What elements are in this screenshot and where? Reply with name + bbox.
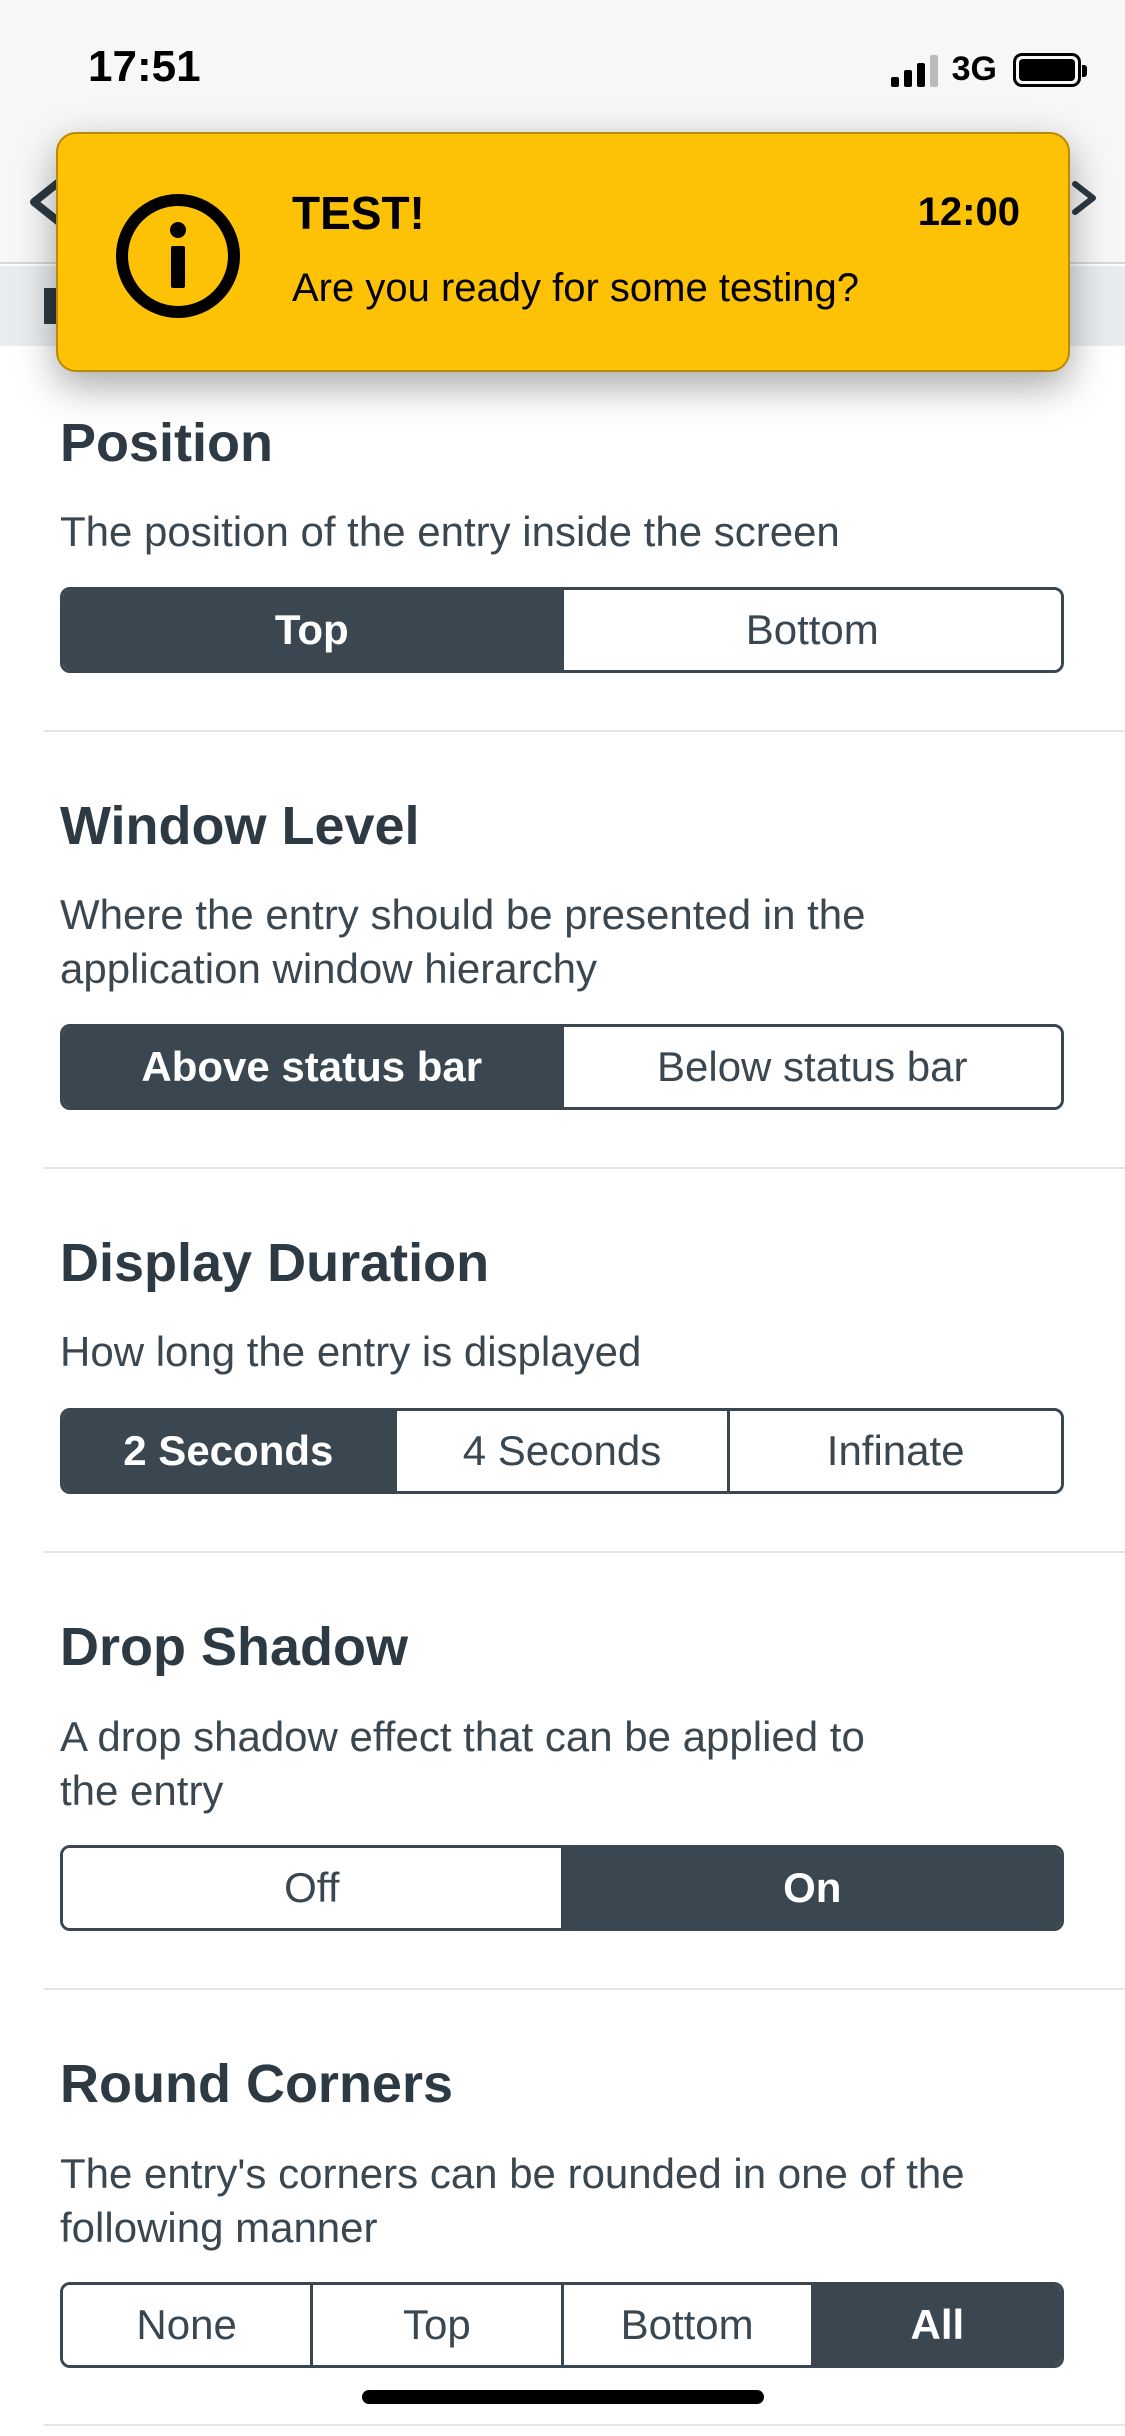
window-level-description-line2: application window hierarchy bbox=[60, 945, 597, 992]
window-level-title: Window Level bbox=[60, 796, 420, 856]
round-corners-option-bottom[interactable]: Bottom bbox=[560, 2285, 811, 2365]
drop-shadow-segmented-control: Off On bbox=[60, 1845, 1064, 1931]
round-corners-option-all[interactable]: All bbox=[810, 2285, 1061, 2365]
banner-message: Are you ready for some testing? bbox=[292, 266, 859, 310]
divider bbox=[44, 2424, 1125, 2426]
round-corners-option-top[interactable]: Top bbox=[310, 2285, 561, 2365]
window-level-option-above[interactable]: Above status bar bbox=[63, 1027, 561, 1107]
battery-icon bbox=[1013, 52, 1087, 87]
position-title: Position bbox=[60, 413, 273, 473]
info-icon bbox=[116, 194, 240, 318]
signal-icon bbox=[890, 53, 938, 87]
position-description: The position of the entry inside the scr… bbox=[60, 508, 840, 555]
round-corners-segmented-control: None Top Bottom All bbox=[60, 2282, 1064, 2368]
window-level-segmented-control: Above status bar Below status bar bbox=[60, 1024, 1064, 1110]
network-label: 3G bbox=[951, 50, 997, 88]
round-corners-title: Round Corners bbox=[60, 2054, 454, 2114]
status-time: 17:51 bbox=[88, 42, 201, 91]
display-duration-description: How long the entry is displayed bbox=[60, 1328, 642, 1375]
banner-title: TEST! bbox=[292, 187, 425, 239]
status-indicators: 3G bbox=[890, 50, 1087, 89]
display-duration-segmented-control: 2 Seconds 4 Seconds Infinate bbox=[60, 1408, 1064, 1494]
display-duration-title: Display Duration bbox=[60, 1233, 490, 1293]
round-corners-description-line2: following manner bbox=[60, 2204, 378, 2251]
home-indicator[interactable] bbox=[362, 2390, 764, 2404]
notification-banner[interactable]: TEST! 12:00 Are you ready for some testi… bbox=[56, 132, 1070, 372]
duration-option-infinite[interactable]: Infinate bbox=[727, 1411, 1061, 1491]
drop-shadow-title: Drop Shadow bbox=[60, 1617, 408, 1677]
window-level-description: Where the entry should be presented in t… bbox=[60, 888, 1040, 996]
position-segmented-control: Top Bottom bbox=[60, 587, 1064, 673]
round-corners-option-none[interactable]: None bbox=[63, 2285, 311, 2365]
banner-time: 12:00 bbox=[917, 190, 1020, 234]
round-corners-description: The entry's corners can be rounded in on… bbox=[60, 2147, 1040, 2255]
drop-shadow-option-off[interactable]: Off bbox=[63, 1848, 561, 1928]
status-bar: 17:51 3G bbox=[0, 0, 1125, 140]
divider bbox=[44, 1551, 1125, 1553]
screen: 17:51 3G TEST! 12:00 Are you ready for s… bbox=[0, 0, 1125, 2436]
drop-shadow-description-line2: the entry bbox=[60, 1767, 224, 1814]
window-level-description-line1: Where the entry should be presented in t… bbox=[60, 891, 866, 938]
position-option-bottom[interactable]: Bottom bbox=[560, 590, 1061, 670]
divider bbox=[44, 1167, 1125, 1169]
duration-option-2-seconds[interactable]: 2 Seconds bbox=[63, 1411, 394, 1491]
divider bbox=[44, 730, 1125, 732]
round-corners-description-line1: The entry's corners can be rounded in on… bbox=[60, 2150, 965, 2197]
drop-shadow-description: A drop shadow effect that can be applied… bbox=[60, 1710, 1040, 1818]
drop-shadow-option-on[interactable]: On bbox=[560, 1848, 1061, 1928]
window-level-option-below[interactable]: Below status bar bbox=[560, 1027, 1061, 1107]
position-option-top[interactable]: Top bbox=[63, 590, 561, 670]
drop-shadow-description-line1: A drop shadow effect that can be applied… bbox=[60, 1713, 865, 1760]
divider bbox=[44, 1988, 1125, 1990]
duration-option-4-seconds[interactable]: 4 Seconds bbox=[393, 1411, 728, 1491]
